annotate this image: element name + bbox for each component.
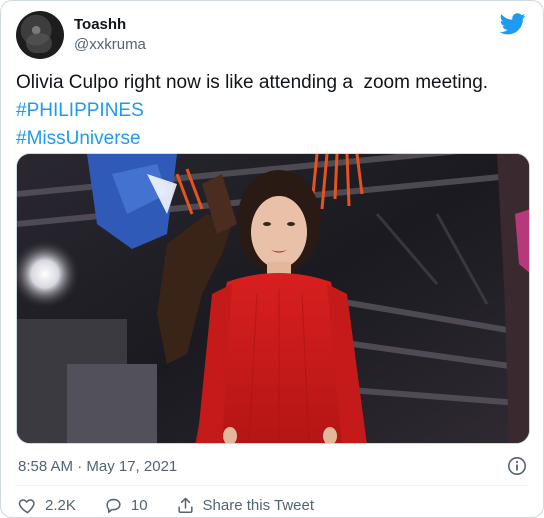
like-button[interactable]: 2.2K xyxy=(18,496,76,515)
share-label: Share this Tweet xyxy=(202,496,314,514)
tweet-text-line: Olivia Culpo right now is like attending… xyxy=(16,72,489,93)
like-count: 2.2K xyxy=(45,496,76,514)
twitter-bird-icon[interactable] xyxy=(500,13,526,35)
tweet-text: Olivia Culpo right now is like attending… xyxy=(16,69,526,153)
heart-icon xyxy=(18,498,35,513)
reply-bubble-icon xyxy=(106,498,121,513)
author-info[interactable]: Toashh @xxkruma xyxy=(74,15,146,55)
tweet-header: Toashh @xxkruma xyxy=(16,11,528,61)
info-icon[interactable] xyxy=(507,456,527,476)
hashtag-missuniverse[interactable]: #MissUniverse xyxy=(16,125,526,153)
tweet-actions: 2.2K 10 Share this Tweet xyxy=(18,495,314,515)
photo-scene xyxy=(17,154,529,443)
reply-button[interactable]: 10 xyxy=(104,496,148,515)
tweet-timestamp[interactable]: 8:58 AM · May 17, 2021 xyxy=(18,457,177,477)
hashtag-philippines[interactable]: #PHILIPPINES xyxy=(16,97,526,125)
share-button[interactable]: Share this Tweet xyxy=(176,496,314,515)
avatar[interactable] xyxy=(16,11,64,59)
tweet-card: Toashh @xxkruma Olivia Culpo right now i… xyxy=(0,0,544,518)
author-handle[interactable]: @xxkruma xyxy=(74,35,146,55)
author-display-name[interactable]: Toashh xyxy=(74,15,146,35)
tweet-media-photo[interactable] xyxy=(16,153,530,444)
divider xyxy=(16,485,528,486)
reply-count: 10 xyxy=(130,496,148,514)
share-icon xyxy=(177,497,193,513)
